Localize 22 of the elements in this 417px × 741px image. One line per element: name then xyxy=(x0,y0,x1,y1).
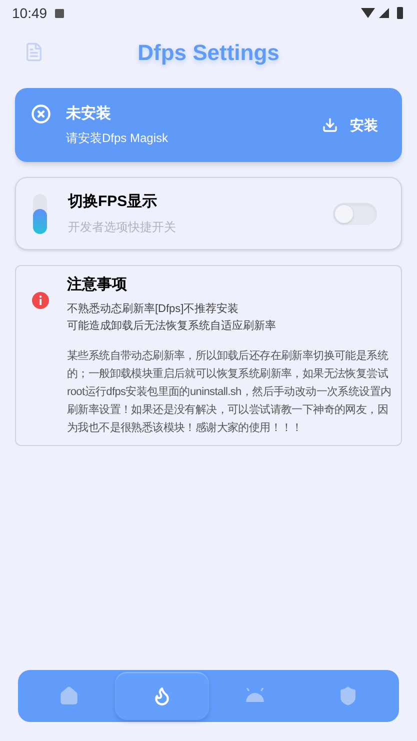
shield-icon xyxy=(338,686,358,706)
notice-title: 注意事项 xyxy=(67,275,128,295)
app-title: Dfps Settings xyxy=(138,38,280,67)
install-button[interactable]: 安装 xyxy=(322,114,378,136)
document-icon[interactable] xyxy=(24,42,44,62)
info-icon xyxy=(32,292,49,309)
not-installed-icon xyxy=(31,104,51,124)
notice-warning: 不熟悉动态刷新率[Dfps]不推荐安装 xyxy=(67,302,240,316)
status-time: 10:49 xyxy=(12,4,48,22)
fps-switch[interactable] xyxy=(333,202,377,224)
toggle-illustration-icon xyxy=(32,194,48,234)
nav-tab[interactable] xyxy=(115,672,208,720)
status-icons xyxy=(361,7,405,19)
notice-warning: 可能造成卸载后无法恢复系统自适应刷新率 xyxy=(67,318,277,334)
fps-toggle-title: 切换FPS显示 xyxy=(68,192,158,212)
install-status-subtitle: 请安装Dfps Magisk xyxy=(66,130,168,148)
home-icon xyxy=(58,686,79,706)
fps-toggle-subtitle: 开发者选项快捷开关 xyxy=(68,218,176,236)
download-icon xyxy=(322,117,338,133)
notice-body: 某些系统自带动态刷新率，所以卸载后还存在刷新率切换可能是系统的；一般卸载模块重启后就可以恢复系统刷新率，如果无法恢复尝试root运行dfps安装包里面的uninstall.sh，然后手动改动一次系统设置内刷新率设置！如果还是没有解决，可以尝试请教一下神奇的网友，因为我也不是很熟悉该模块！感谢大家的使用！！！ xyxy=(67,348,392,436)
install-status-title: 未安装 xyxy=(66,104,112,124)
notification-icon xyxy=(55,8,64,18)
